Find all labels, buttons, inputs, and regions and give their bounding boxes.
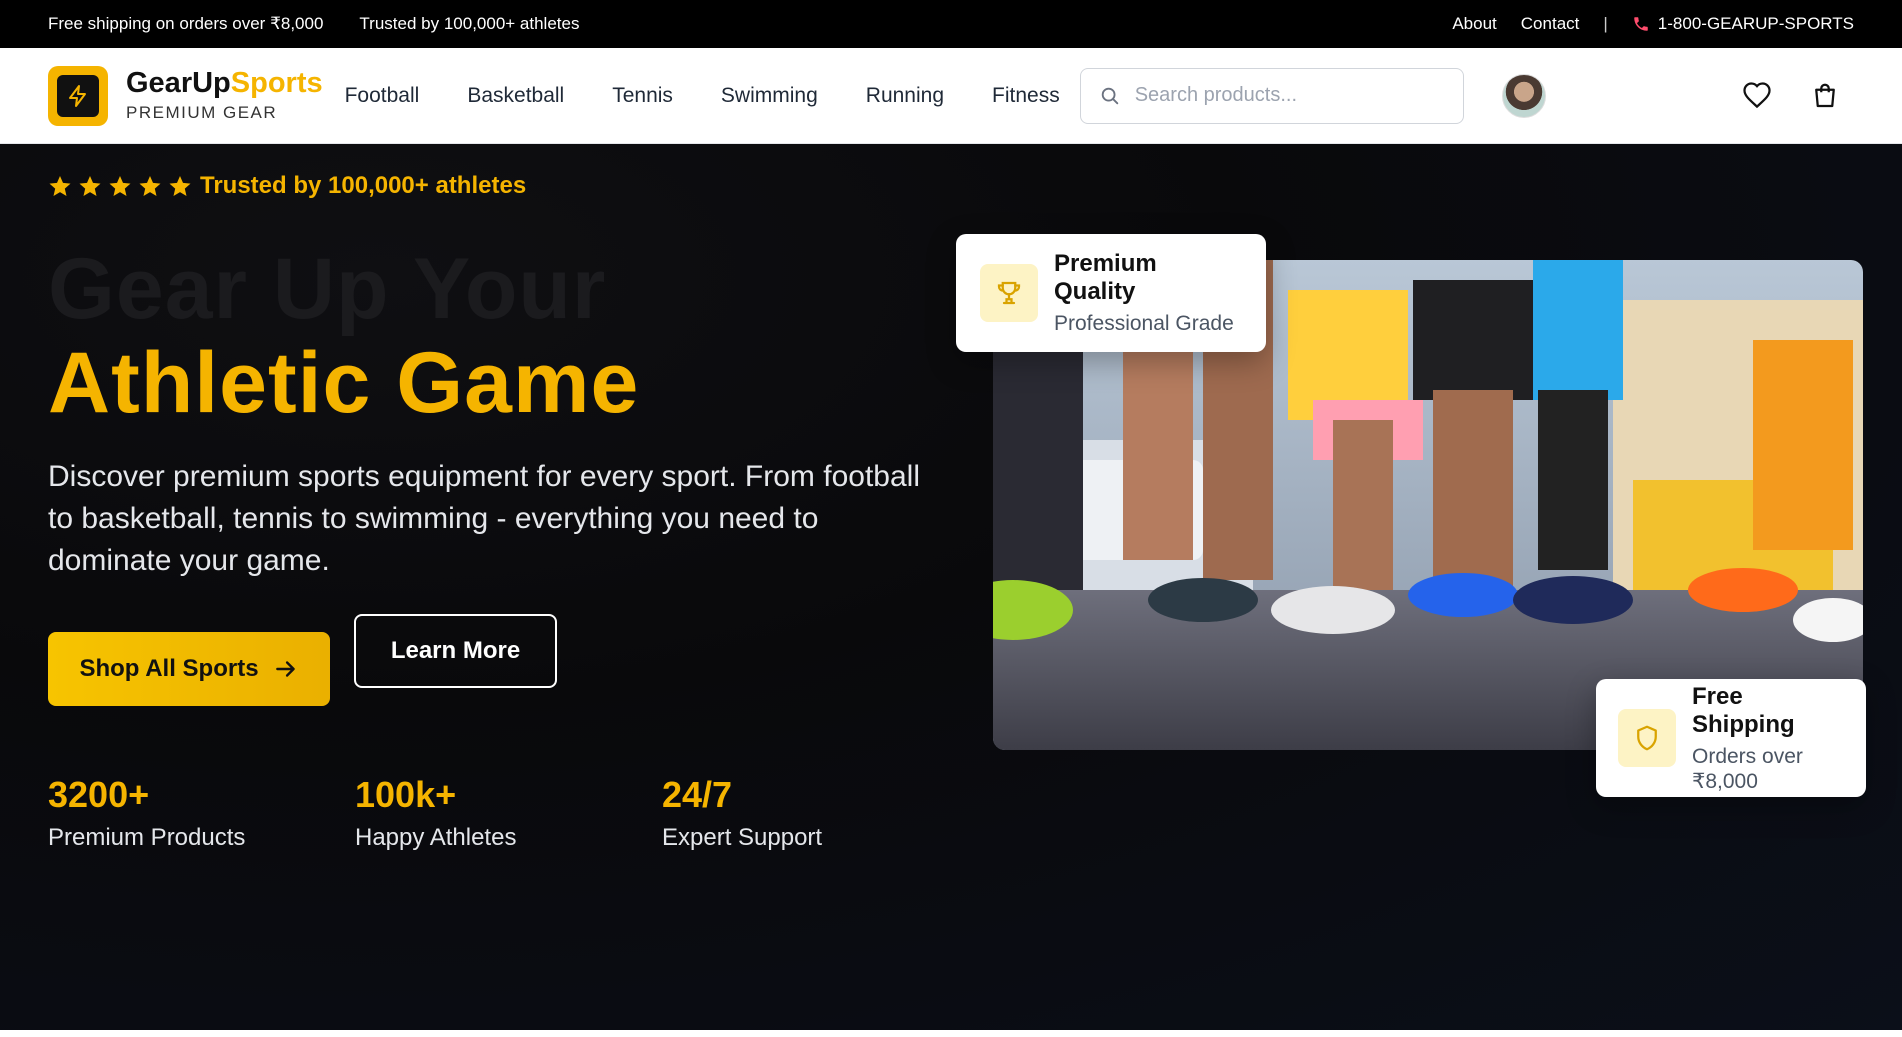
about-link[interactable]: About: [1452, 14, 1496, 34]
hero-headline-line1: Gear Up Your: [48, 241, 607, 337]
trusted-text: Trusted by 100,000+ athletes: [359, 14, 580, 33]
stat-value: 100k+: [355, 774, 457, 815]
shield-icon: [1637, 725, 1657, 751]
header-actions: [1742, 81, 1840, 111]
shop-all-sports-label: Shop All Sports: [79, 655, 259, 682]
logo-badge: [48, 65, 108, 126]
search-icon: [1101, 87, 1118, 104]
star-icon: [109, 176, 131, 196]
learn-more-label: Learn More: [390, 637, 521, 664]
main-header: GearUpSports PREMIUM GEAR Football Baske…: [0, 48, 1902, 144]
shop-all-sports-button[interactable]: Shop All Sports: [48, 632, 330, 706]
brand-name-part1: GearUp: [126, 67, 231, 100]
learn-more-button[interactable]: Learn More: [354, 614, 557, 688]
nav-item-fitness[interactable]: Fitness: [992, 84, 1060, 108]
premium-quality-card: Premium Quality Professional Grade: [956, 234, 1266, 352]
trust-rating: Trusted by 100,000+ athletes: [48, 172, 526, 200]
stat-products: 3200+ Premium Products: [48, 774, 355, 852]
nav-item-tennis[interactable]: Tennis: [612, 84, 673, 108]
stat-value: 24/7: [662, 774, 733, 815]
hero-stats: 3200+ Premium Products 100k+ Happy Athle…: [48, 774, 969, 852]
nav-item-football[interactable]: Football: [345, 84, 420, 108]
phone-link[interactable]: 1-800-GEARUP-SPORTS: [1632, 14, 1854, 34]
hero-section: Trusted by 100,000+ athletes Gear Up You…: [0, 144, 1902, 1030]
topbar-separator: |: [1603, 14, 1608, 33]
top-announcement-bar: Free shipping on orders over ₹8,000 Trus…: [0, 0, 1902, 48]
star-icon: [79, 176, 101, 196]
shipping-promo-text: Free shipping on orders over ₹8,000: [48, 14, 324, 33]
brand-tagline: PREMIUM GEAR: [126, 103, 278, 123]
stat-label: Happy Athletes: [355, 824, 517, 851]
stat-support: 24/7 Expert Support: [662, 774, 969, 852]
brand-name: GearUpSports: [126, 67, 323, 100]
trophy-icon-badge: [980, 264, 1038, 322]
hero-description: Discover premium sports equipment for ev…: [48, 460, 920, 577]
star-icon: [49, 176, 71, 196]
contact-link[interactable]: Contact: [1521, 14, 1580, 34]
card-title: Premium Quality: [1054, 250, 1157, 305]
phone-icon: [1634, 17, 1648, 31]
nav-item-swimming[interactable]: Swimming: [721, 84, 818, 108]
search-box: [1079, 67, 1464, 124]
stat-value: 3200+: [48, 774, 150, 815]
star-rating: [48, 174, 192, 198]
premium-quality-text: Premium Quality Professional Grade: [1054, 250, 1242, 336]
heart-icon[interactable]: [1742, 81, 1772, 111]
bolt-icon: [69, 84, 86, 107]
brand-text: GearUpSports PREMIUM GEAR: [126, 67, 323, 123]
cart-icon[interactable]: [1810, 81, 1840, 111]
brand-name-part2: Sports: [230, 67, 323, 100]
arrow-right-icon: [275, 661, 295, 677]
star-icon: [139, 176, 161, 196]
card-subtitle: Orders over ₹8,000: [1692, 744, 1803, 793]
shield-icon-badge: [1618, 709, 1676, 767]
card-subtitle: Professional Grade: [1054, 312, 1234, 335]
hero-headline-line2: Athletic Game: [48, 335, 640, 431]
free-shipping-card: Free Shipping Orders over ₹8,000: [1596, 679, 1866, 797]
main-nav: Football Basketball Tennis Swimming Runn…: [345, 84, 1060, 108]
nav-item-basketball[interactable]: Basketball: [467, 84, 564, 108]
free-shipping-text: Free Shipping Orders over ₹8,000: [1692, 683, 1844, 794]
topbar-left: Free shipping on orders over ₹8,000 Trus…: [48, 14, 579, 34]
user-avatar[interactable]: [1501, 73, 1546, 118]
phone-number: 1-800-GEARUP-SPORTS: [1657, 14, 1854, 33]
brand-logo[interactable]: GearUpSports PREMIUM GEAR: [48, 65, 323, 126]
trust-text: Trusted by 100,000+ athletes: [200, 172, 527, 199]
stat-label: Expert Support: [662, 824, 823, 851]
nav-item-running[interactable]: Running: [866, 84, 944, 108]
star-icon: [169, 176, 191, 196]
card-title: Free Shipping: [1692, 682, 1795, 738]
stat-label: Premium Products: [48, 824, 246, 851]
stat-athletes: 100k+ Happy Athletes: [355, 774, 662, 852]
trophy-icon: [997, 281, 1021, 305]
search-input[interactable]: [1134, 84, 1445, 107]
topbar-right: About Contact | 1-800-GEARUP-SPORTS: [1452, 14, 1854, 34]
logo-inner: [57, 74, 99, 117]
